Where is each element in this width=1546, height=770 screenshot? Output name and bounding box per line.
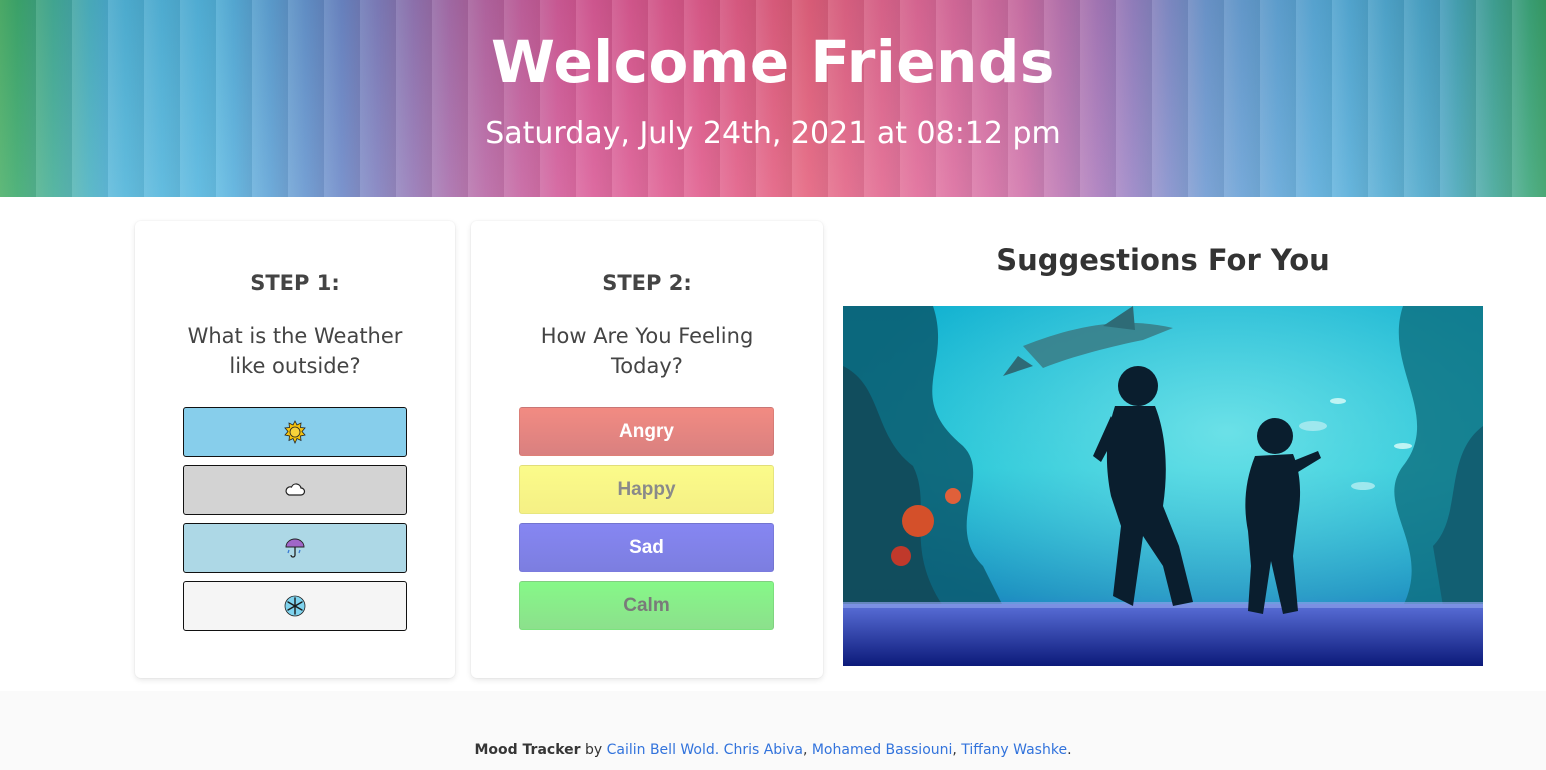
weather-rainy-button[interactable] [183,523,407,573]
suggestion-image [843,306,1483,666]
hero-banner: Welcome Friends Saturday, July 24th, 202… [0,0,1546,197]
step1-question-line2: like outside? [229,354,361,378]
weather-sunny-button[interactable] [183,407,407,457]
suggestions-title: Suggestions For You [996,243,1330,277]
mood-sad-button[interactable]: Sad [519,523,774,572]
footer-sep-2: , [802,742,812,758]
author-link-tiffany[interactable]: Tiffany Washke [961,742,1067,758]
footer-credits: Mood Tracker by Cailin Bell Wold. Chris … [0,742,1546,758]
step2-question-line2: Today? [611,354,683,378]
current-date: Saturday, July 24th, 2021 at 08:12 pm [485,116,1061,151]
step2-question-line1: How Are You Feeling [540,324,754,348]
step1-question: What is the Weather like outside? [135,321,455,381]
step2-question: How Are You Feeling Today? [471,321,823,381]
footer-by: by [584,742,603,758]
weather-snowy-button[interactable] [183,581,407,631]
footer-sep-3: , [952,742,962,758]
step1-title: STEP 1: [250,271,340,295]
footer-end: . [1067,742,1072,758]
author-link-cailin[interactable]: Cailin Bell Wold. [607,742,720,758]
weather-cloudy-button[interactable] [183,465,407,515]
mood-happy-button[interactable]: Happy [519,465,774,514]
step2-title: STEP 2: [602,271,692,295]
mood-calm-button[interactable]: Calm [519,581,774,630]
mood-angry-button[interactable]: Angry [519,407,774,456]
page-title: Welcome Friends [491,28,1055,96]
author-link-mohamed[interactable]: Mohamed Bassiouni [812,742,953,758]
step1-weather-card: STEP 1: What is the Weather like outside… [135,221,455,678]
cloud-icon [285,483,306,496]
footer-app-name: Mood Tracker [474,742,581,758]
snowflake-icon [284,595,306,617]
sun-icon [284,420,306,444]
author-link-chris[interactable]: Chris Abiva [724,742,803,758]
step2-mood-card: STEP 2: How Are You Feeling Today? Angry… [471,221,823,678]
umbrella-rain-icon [285,538,305,558]
step1-question-line1: What is the Weather [187,324,403,348]
page-footer: Mood Tracker by Cailin Bell Wold. Chris … [0,691,1546,770]
aquarium-photo [843,306,1483,666]
